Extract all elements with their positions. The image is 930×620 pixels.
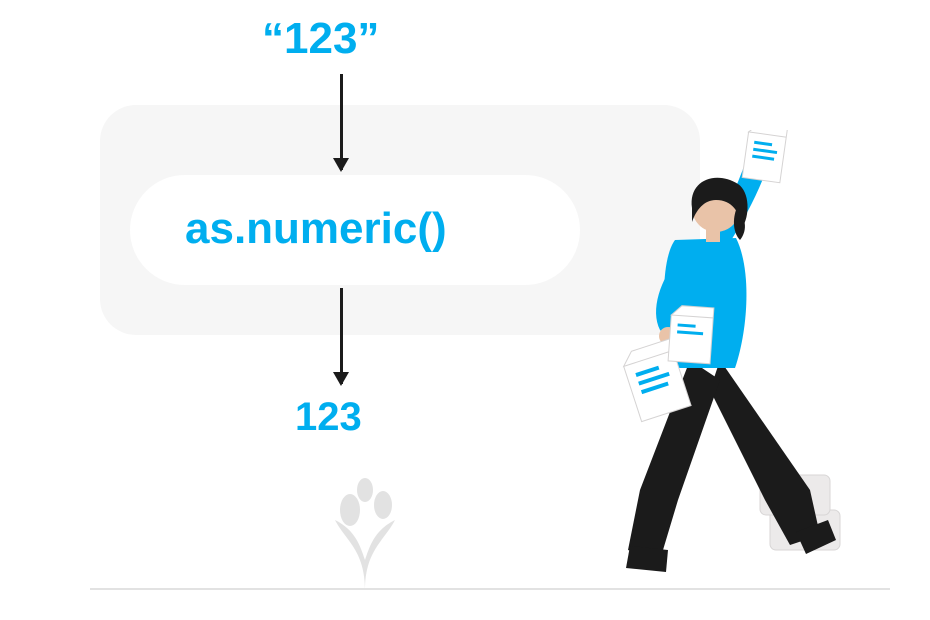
output-value-label: 123 [295, 395, 362, 440]
input-value-label: “123” [262, 14, 379, 64]
arrow-input-to-function [340, 74, 343, 170]
diagram-stage: “123” as.numeric() 123 [0, 0, 930, 620]
person-illustration [560, 130, 880, 590]
arrow-function-to-output [340, 288, 343, 384]
plant-decoration [305, 450, 425, 590]
function-name-label: as.numeric() [185, 204, 447, 254]
ground-line [90, 588, 890, 590]
